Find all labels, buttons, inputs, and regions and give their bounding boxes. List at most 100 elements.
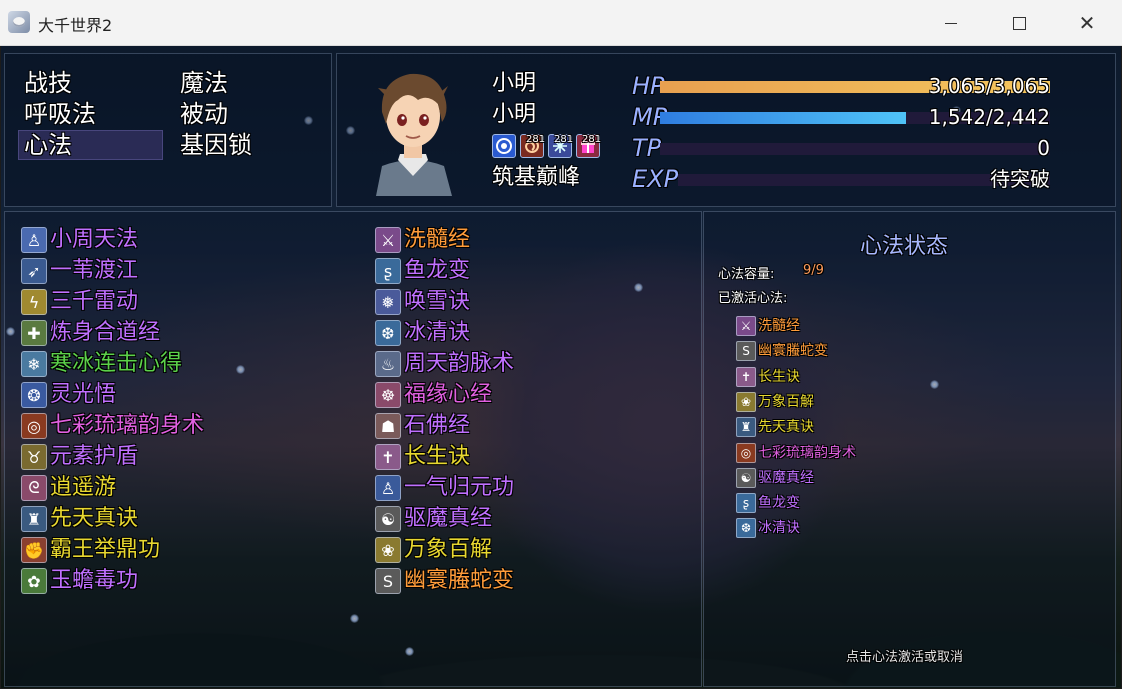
skill-item[interactable]: ♨ 周天韵脉术 — [375, 349, 514, 379]
skill-item[interactable]: S 幽寰螣蛇变 — [375, 566, 514, 596]
skill-item[interactable]: ✝ 长生诀 — [375, 442, 470, 472]
frost-icon: ❄ — [21, 351, 47, 377]
state-turns: 281 — [554, 134, 574, 145]
blade-icon: ⚔ — [736, 316, 756, 336]
close-icon: ✕ — [1078, 11, 1096, 35]
skill-item[interactable]: ♙ 一气归元功 — [375, 473, 514, 503]
skill-item[interactable]: ᘓ 逍遥游 — [21, 473, 116, 503]
skill-item[interactable]: ʂ 鱼龙变 — [375, 256, 470, 286]
active-method-name: 冰清诀 — [758, 520, 800, 537]
exorcism-icon: ☯ — [375, 506, 401, 532]
longevity-icon: ✝ — [736, 366, 756, 387]
command-jiyinsuo[interactable]: 基因锁 — [180, 130, 252, 160]
app-icon — [8, 11, 30, 33]
serpent-icon: S — [375, 568, 401, 594]
myriad-icon: ❀ — [736, 391, 756, 412]
skill-name: 逍遥游 — [50, 475, 117, 500]
active-method-item: ◎ 七彩琉璃韵身术 — [736, 442, 856, 464]
skill-item[interactable]: ϟ 三千雷动 — [21, 287, 138, 317]
ice-icon: ❆ — [736, 518, 756, 539]
horns-icon: ♉ — [21, 444, 47, 470]
command-zhanji[interactable]: 战技 — [24, 68, 72, 98]
command-beidong[interactable]: 被动 — [180, 99, 228, 129]
active-method-name: 鱼龙变 — [758, 495, 800, 512]
command-huxifa[interactable]: 呼吸法 — [24, 99, 96, 129]
skill-name: 长生诀 — [404, 444, 471, 469]
lightning-icon: ϟ — [21, 289, 47, 315]
skill-name: 洗髓经 — [404, 227, 471, 252]
skill-name: 玉蟾毒功 — [50, 568, 139, 593]
skill-item[interactable]: ✚ 炼身合道经 — [21, 318, 160, 348]
capacity-value: 9/9 — [803, 263, 824, 278]
skill-item[interactable]: ❆ 冰清诀 — [375, 318, 470, 348]
skill-name: 冰清诀 — [404, 320, 471, 345]
active-methods-label: 已激活心法: — [718, 291, 788, 306]
dragon-icon: ʂ — [375, 258, 401, 284]
hint-text: 点击心法激活或取消 — [846, 650, 964, 665]
minimize-button[interactable] — [917, 0, 985, 46]
maximize-button[interactable] — [985, 0, 1053, 46]
minimize-icon — [945, 22, 957, 24]
mp-value: 1,542/2,442 — [928, 105, 1050, 129]
skill-name: 七彩琉璃韵身术 — [50, 413, 205, 438]
swirl-icon: ◎ — [21, 413, 47, 439]
skill-item[interactable]: ➶ 一苇渡江 — [21, 256, 138, 286]
active-method-name: 驱魔真经 — [758, 469, 814, 486]
skill-name: 三千雷动 — [50, 289, 139, 314]
skill-item[interactable]: ❅ 唤雪诀 — [375, 287, 470, 317]
skill-name: 炼身合道经 — [50, 320, 161, 345]
command-mofa[interactable]: 魔法 — [180, 68, 228, 98]
active-method-item: ⚔ 洗髓经 — [736, 315, 800, 337]
wind-icon: ᘓ — [21, 475, 47, 501]
skill-item[interactable]: ⚔ 洗髓经 — [375, 225, 470, 255]
longevity-icon: ✝ — [375, 444, 401, 470]
skill-name: 周天韵脉术 — [404, 351, 515, 376]
capacity-label: 心法容量: — [718, 267, 775, 282]
skill-item[interactable]: ♉ 元素护盾 — [21, 442, 138, 472]
snowflake-icon: ❅ — [375, 289, 401, 315]
state-turns: 281 — [582, 134, 602, 145]
skill-item[interactable]: ☯ 驱魔真经 — [375, 504, 492, 534]
meditation-icon: ♙ — [21, 227, 47, 253]
window-title: 大千世界2 — [38, 16, 113, 35]
active-method-name: 长生诀 — [758, 368, 800, 385]
strength-icon: ✊ — [21, 537, 47, 563]
active-method-item: ✝ 长生诀 — [736, 366, 800, 388]
body-icon: ✚ — [21, 320, 47, 346]
skill-item[interactable]: ☸ 福缘心经 — [375, 380, 492, 410]
skill-item[interactable]: ☗ 石佛经 — [375, 411, 470, 441]
origin-icon: ♙ — [375, 475, 401, 501]
skill-name: 元素护盾 — [50, 444, 139, 469]
skill-name: 寒冰连击心得 — [50, 351, 183, 376]
skill-item[interactable]: ❂ 灵光悟 — [21, 380, 116, 410]
skill-item[interactable]: ✿ 玉蟾毒功 — [21, 566, 138, 596]
skill-name: 霸王举鼎功 — [50, 537, 161, 562]
skill-name: 一苇渡江 — [50, 258, 139, 283]
skill-item[interactable]: ♜ 先天真诀 — [21, 504, 138, 534]
maximize-icon — [1012, 16, 1026, 30]
skill-name: 幽寰螣蛇变 — [404, 568, 515, 593]
dragon-icon: ʂ — [736, 493, 756, 514]
skill-name: 万象百解 — [404, 537, 493, 562]
myriad-icon: ❀ — [375, 537, 401, 563]
exp-label: EXP — [632, 165, 679, 193]
skill-name: 福缘心经 — [404, 382, 493, 407]
spirit-icon: ❂ — [21, 382, 47, 408]
spirit-icon — [492, 134, 516, 158]
skill-item[interactable]: ❄ 寒冰连击心得 — [21, 349, 182, 379]
skill-name: 小周天法 — [50, 227, 139, 252]
state-panel-title: 心法状态 — [860, 234, 949, 259]
guardian-icon: ♜ — [21, 506, 47, 532]
buddha-icon: ☗ — [375, 413, 401, 439]
tp-label: TP — [632, 134, 662, 162]
skill-item[interactable]: ✊ 霸王举鼎功 — [21, 535, 160, 565]
skill-name: 唤雪诀 — [404, 289, 471, 314]
skill-item[interactable]: ◎ 七彩琉璃韵身术 — [21, 411, 204, 441]
close-button[interactable]: ✕ — [1053, 0, 1121, 46]
toad-icon: ✿ — [21, 568, 47, 594]
command-xinfa[interactable]: 心法 — [24, 130, 72, 160]
skill-item[interactable]: ♙ 小周天法 — [21, 225, 138, 255]
skill-item[interactable]: ❀ 万象百解 — [375, 535, 492, 565]
active-method-item: S 幽寰螣蛇变 — [736, 340, 828, 362]
ice-icon: ❆ — [375, 320, 401, 346]
